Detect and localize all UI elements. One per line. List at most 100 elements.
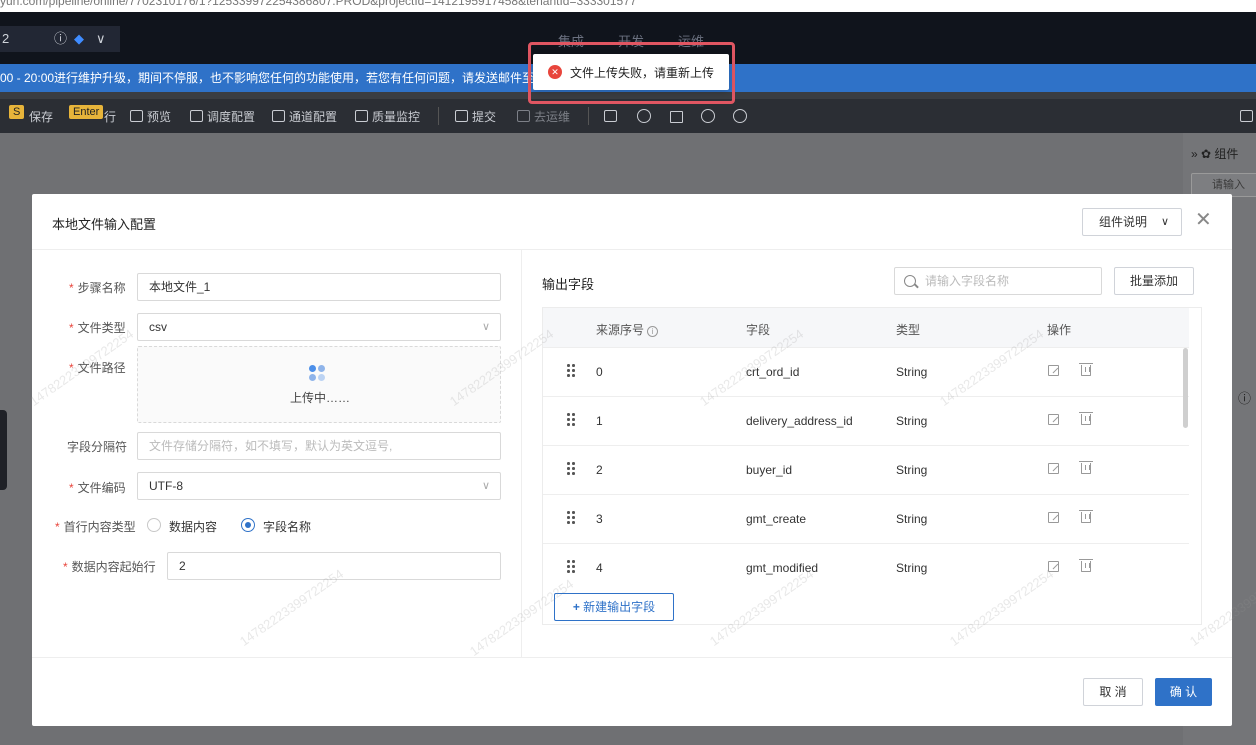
edit-icon[interactable] [1048, 512, 1059, 523]
file-type-select[interactable]: csv ∨ [137, 313, 501, 341]
confirm-button[interactable]: 确 认 [1155, 678, 1212, 706]
left-collapse-handle[interactable] [0, 410, 7, 490]
delete-icon[interactable] [1079, 412, 1093, 425]
data-start-row-label: * 数据内容起始行 [63, 560, 156, 574]
chevron-down-icon: ∨ [481, 321, 490, 333]
row-type: String [896, 365, 928, 379]
row-field: buyer_id [746, 463, 793, 477]
table-row: 2 buyer_id String [543, 446, 1189, 495]
drag-handle-icon[interactable] [567, 560, 575, 574]
row-type: String [896, 512, 928, 526]
edit-icon[interactable] [1048, 463, 1059, 474]
delete-icon[interactable] [1079, 559, 1093, 572]
radio-data-content[interactable] [147, 518, 161, 532]
upload-error-toast: ✕ 文件上传失败，请重新上传 [533, 54, 729, 90]
channel-config-button[interactable]: 通道配置 [272, 108, 337, 125]
row-field: gmt_modified [746, 561, 819, 575]
diamond-icon: ◆ [74, 31, 84, 46]
file-type-value: csv [149, 320, 167, 334]
row-type: String [896, 414, 928, 428]
table-scrollbar[interactable] [1183, 348, 1188, 428]
save-button[interactable]: 保存 [29, 108, 53, 125]
run-button[interactable]: 行 [104, 108, 116, 125]
drag-handle-icon[interactable] [567, 462, 575, 476]
submit-label: 提交 [472, 110, 497, 124]
row-type: String [896, 561, 928, 575]
edit-icon[interactable] [1048, 561, 1059, 572]
delete-icon[interactable] [1079, 510, 1093, 523]
quality-monitor-button[interactable]: 质量监控 [355, 108, 420, 125]
row-index: 4 [596, 561, 603, 575]
info-icon[interactable]: ⓘ [1238, 388, 1251, 407]
schedule-icon [190, 110, 203, 122]
batch-add-button[interactable]: 批量添加 [1114, 267, 1194, 295]
panel-toggle-icon[interactable] [1240, 110, 1253, 122]
add-output-field-button[interactable]: + 新建输出字段 [554, 593, 674, 621]
field-search-placeholder: 请输入字段名称 [925, 274, 1010, 288]
channel-icon [272, 110, 285, 122]
preview-button[interactable]: 预览 [130, 108, 171, 125]
table-header: 来源序号 i 字段 类型 操作 [543, 308, 1189, 348]
dialog-header: 本地文件输入配置 组件说明 ∨ ✕ [32, 194, 1232, 250]
dialog-footer-divider [32, 657, 1232, 658]
toolbar-divider [588, 107, 589, 125]
browser-url-bar[interactable]: yun.com/pipeline/online/7702310176/1?125… [0, 0, 1256, 12]
row-index: 0 [596, 365, 603, 379]
go-ops-button[interactable]: 去运维 [517, 108, 570, 125]
terminal-icon[interactable] [604, 110, 617, 122]
go-ops-label: 去运维 [534, 110, 571, 124]
data-start-row-input[interactable]: 2 [167, 552, 501, 580]
file-path-label: * 文件路径 [69, 361, 126, 375]
search-icon [904, 275, 916, 287]
loading-spinner-icon [309, 365, 329, 385]
file-type-label: * 文件类型 [69, 321, 126, 335]
delete-icon[interactable] [1079, 363, 1093, 376]
row-field: crt_ord_id [746, 365, 800, 379]
local-file-input-dialog: 本地文件输入配置 组件说明 ∨ ✕ * 步骤名称 本地文件_1 * 文件类型 csv… [32, 194, 1232, 726]
submit-button[interactable]: 提交 [455, 108, 496, 125]
preview-icon [130, 110, 143, 122]
chevron-down-icon: ∨ [96, 31, 106, 46]
refresh-icon[interactable] [637, 109, 651, 123]
plus-icon: + [572, 600, 584, 614]
preview-label: 预览 [147, 110, 172, 124]
table-row: 1 delivery_address_id String [543, 397, 1189, 446]
encoding-select[interactable]: UTF-8 ∨ [137, 472, 501, 500]
project-select[interactable]: 2 ⓘ ◆ ∨ [0, 26, 120, 52]
quality-label: 质量监控 [372, 110, 421, 124]
schedule-label: 调度配置 [207, 110, 256, 124]
row-field: gmt_create [746, 512, 807, 526]
close-icon[interactable]: ✕ [1195, 210, 1212, 230]
field-search-input[interactable]: 请输入字段名称 [894, 267, 1102, 295]
component-panel-title: » ✿ 组件 [1191, 147, 1239, 161]
table-row: 0 crt_ord_id String [543, 348, 1189, 397]
encoding-label: * 文件编码 [69, 481, 126, 495]
row-index: 2 [596, 463, 603, 477]
drag-handle-icon[interactable] [567, 511, 575, 525]
col-field: 字段 [746, 323, 771, 337]
file-upload-area[interactable]: 上传中…… [137, 346, 501, 423]
delete-icon[interactable] [1079, 461, 1093, 474]
location-icon[interactable] [701, 109, 715, 123]
toolbar-divider [438, 107, 439, 125]
step-name-input[interactable]: 本地文件_1 [137, 273, 501, 301]
schedule-config-button[interactable]: 调度配置 [190, 108, 255, 125]
lock-icon[interactable] [670, 111, 683, 123]
cancel-button[interactable]: 取 消 [1083, 678, 1143, 706]
edit-icon[interactable] [1048, 414, 1059, 425]
output-fields-title: 输出字段 [542, 277, 595, 292]
drag-handle-icon[interactable] [567, 364, 575, 378]
separator-input[interactable]: 文件存储分隔符，如不填写，默认为英文逗号, [137, 432, 501, 460]
more-circle-icon[interactable] [733, 109, 747, 123]
quality-icon [355, 110, 368, 122]
edit-icon[interactable] [1048, 365, 1059, 376]
radio-field-name[interactable] [241, 518, 255, 532]
add-output-field-label: 新建输出字段 [583, 600, 656, 614]
table-row: 3 gmt_create String [543, 495, 1189, 544]
toast-message: 文件上传失败，请重新上传 [570, 66, 715, 80]
encoding-value: UTF-8 [149, 479, 183, 493]
component-doc-button[interactable]: 组件说明 ∨ [1082, 208, 1182, 236]
drag-handle-icon[interactable] [567, 413, 575, 427]
project-select-value: 2 [2, 31, 10, 46]
row-field: delivery_address_id [746, 414, 853, 428]
